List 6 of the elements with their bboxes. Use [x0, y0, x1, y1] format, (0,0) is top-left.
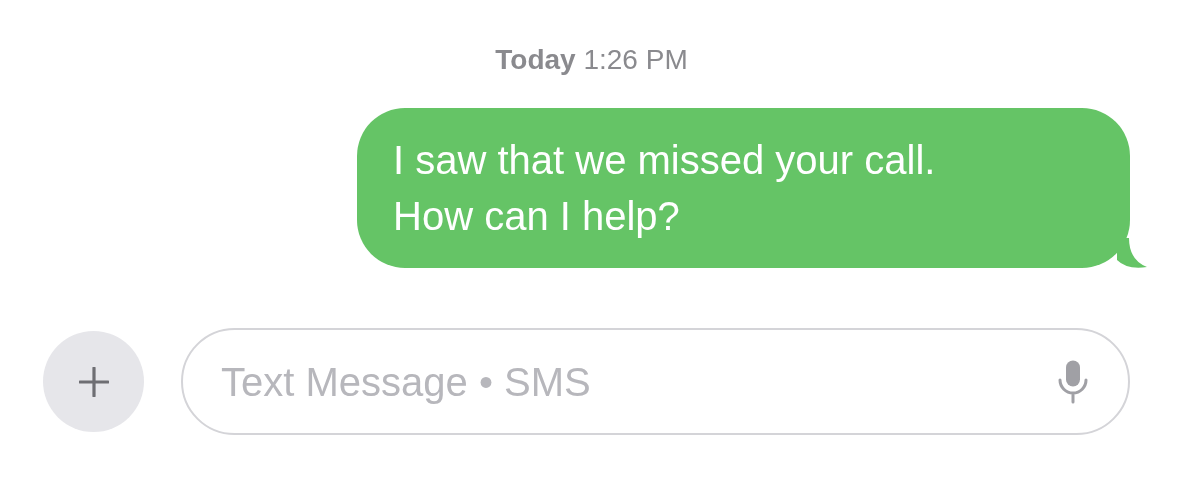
microphone-icon[interactable]	[1058, 358, 1088, 405]
bubble-tail	[1117, 238, 1147, 268]
text-input[interactable]: Text Message • SMS	[221, 351, 1058, 412]
message-field[interactable]: Text Message • SMS	[181, 328, 1130, 435]
plus-icon	[78, 366, 109, 397]
timestamp: Today 1:26 PM	[495, 43, 688, 77]
